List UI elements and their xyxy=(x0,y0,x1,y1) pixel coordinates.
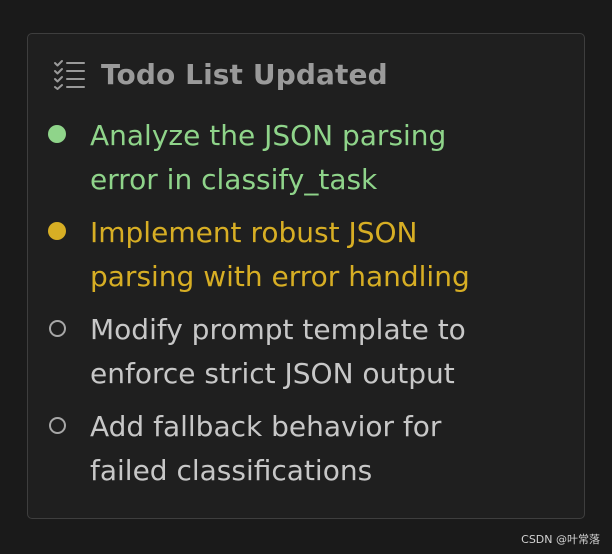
todo-item: Add fallback behavior for failed classif… xyxy=(48,405,568,493)
todo-header: Todo List Updated xyxy=(53,52,388,96)
todo-list: Analyze the JSON parsing error in classi… xyxy=(48,114,568,502)
todo-item: Modify prompt template to enforce strict… xyxy=(48,308,568,396)
todo-item: Implement robust JSON parsing with error… xyxy=(48,211,568,299)
status-dot xyxy=(48,222,66,240)
todo-title: Todo List Updated xyxy=(101,57,388,91)
status-circle xyxy=(49,417,66,434)
status-dot xyxy=(48,125,66,143)
todo-item-text: Add fallback behavior for failed classif… xyxy=(90,410,442,487)
status-circle xyxy=(49,320,66,337)
checklist-icon xyxy=(54,60,85,90)
todo-item-text: Implement robust JSON parsing with error… xyxy=(90,216,470,293)
watermark: CSDN @叶常落 xyxy=(521,533,600,546)
todo-item-text: Modify prompt template to enforce strict… xyxy=(90,313,466,390)
todo-item: Analyze the JSON parsing error in classi… xyxy=(48,114,568,202)
todo-item-text: Analyze the JSON parsing error in classi… xyxy=(90,119,447,196)
todo-panel: Todo List Updated Analyze the JSON parsi… xyxy=(27,33,585,519)
